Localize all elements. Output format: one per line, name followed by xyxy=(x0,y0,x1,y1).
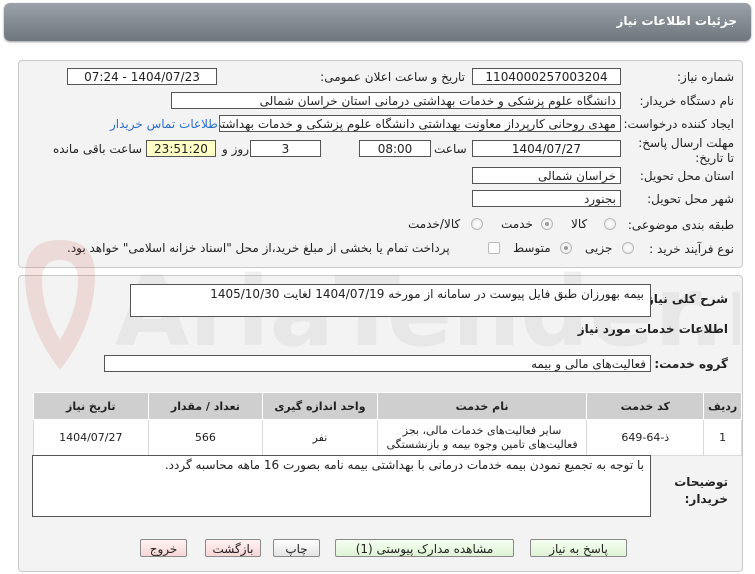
contact-buyer-link[interactable]: اطلاعات تماس خریدار xyxy=(110,117,221,131)
process-partial-label: جزیی xyxy=(585,241,613,255)
col-date-header: تاریخ نیاز xyxy=(33,392,149,420)
service-group-field: فعالیت‌های مالی و بیمه xyxy=(104,355,651,372)
announce-label: تاریخ و ساعت اعلان عمومی: xyxy=(320,70,465,84)
province-field: خراسان شمالی xyxy=(472,167,621,184)
category-goods-radio[interactable] xyxy=(604,218,616,230)
process-partial-radio[interactable] xyxy=(622,242,634,254)
col-code-header: کد خدمت xyxy=(586,392,705,420)
cell-name: سایر فعالیت‌های خدمات مالی، بجز فعالیت‌ه… xyxy=(376,419,588,456)
need-number-label: شماره نیاز: xyxy=(677,70,734,84)
category-service-radio[interactable] xyxy=(541,218,553,230)
remaining-label: ساعت باقی مانده xyxy=(53,142,143,156)
remaining-time-field: 23:51:20 xyxy=(146,140,216,157)
buyer-notes-field: با توجه به تجمیع نمودن بیمه خدمات درمانی… xyxy=(32,455,651,517)
need-number-field: 1104000257003204 xyxy=(472,68,621,85)
table-header-row: ردیف کد خدمت نام خدمت واحد اندازه گیری ت… xyxy=(33,392,742,420)
province-label: استان محل تحویل: xyxy=(639,169,734,183)
cell-code: ذ-64-649 xyxy=(586,419,705,456)
category-service-label: خدمت xyxy=(501,217,533,231)
payment-note: پرداخت تمام یا بخشی از مبلغ خرید،از محل … xyxy=(67,241,450,255)
category-goods-service-radio[interactable] xyxy=(471,218,483,230)
summary-label: شرح کلی نیاز: xyxy=(642,292,728,306)
table-row: 1 ذ-64-649 سایر فعالیت‌های خدمات مالی، ب… xyxy=(33,419,742,456)
cell-row: 1 xyxy=(703,419,742,456)
category-goods-label: کالا xyxy=(571,217,588,231)
buyer-notes-label: توضیحات خریدار: xyxy=(674,475,728,506)
services-heading: اطلاعات خدمات مورد نیاز xyxy=(577,322,728,336)
category-goods-service-label: کالا/خدمت xyxy=(408,217,461,231)
process-medium-radio[interactable] xyxy=(560,242,572,254)
back-button[interactable]: بازگشت xyxy=(205,539,261,557)
category-label: طبقه بندی موضوعی: xyxy=(627,218,734,232)
cell-unit: نفر xyxy=(262,419,378,456)
announce-field: 1404/07/23 - 07:24 xyxy=(67,68,217,85)
services-table: ردیف کد خدمت نام خدمت واحد اندازه گیری ت… xyxy=(33,392,742,456)
print-button[interactable]: چاپ xyxy=(273,539,320,557)
exit-button[interactable]: خروج xyxy=(140,539,187,557)
deadline-date-field: 1404/07/27 xyxy=(472,140,621,157)
buyer-org-field: دانشگاه علوم پزشکی و خدمات بهداشتی درمان… xyxy=(171,92,621,109)
process-label: نوع فرآیند خرید : xyxy=(649,242,734,256)
attachments-button[interactable]: مشاهده مدارک پیوستی (1) xyxy=(335,539,514,557)
reply-button[interactable]: پاسخ به نیاز xyxy=(530,539,627,557)
col-qty-header: تعداد / مقدار xyxy=(147,392,264,420)
page-title: جزئیات اطلاعات نیاز xyxy=(616,14,737,28)
col-row-header: ردیف xyxy=(703,392,742,420)
process-medium-label: متوسط xyxy=(513,241,551,255)
cell-qty: 566 xyxy=(147,419,264,456)
buyer-notes-text: با توجه به تجمیع نمودن بیمه خدمات درمانی… xyxy=(164,458,644,472)
city-field: بجنورد xyxy=(472,190,621,207)
creator-label: ایجاد کننده درخواست: xyxy=(623,117,734,131)
creator-field: مهدی روحانی کارپرداز معاونت بهداشتی دانش… xyxy=(219,115,621,132)
col-name-header: نام خدمت xyxy=(376,392,588,420)
col-unit-header: واحد اندازه گیری xyxy=(262,392,378,420)
days-field: 3 xyxy=(250,140,321,157)
service-group-label: گروه خدمت: xyxy=(654,357,728,371)
page-header: جزئیات اطلاعات نیاز xyxy=(4,3,751,41)
days-label: روز و xyxy=(222,142,249,156)
deadline-label: مهلت ارسال پاسخ: تا تاریخ: xyxy=(638,136,734,165)
summary-field: بیمه بهورزان طبق فایل پیوست در سامانه از… xyxy=(130,284,651,317)
deadline-time-field: 08:00 xyxy=(359,140,431,157)
buyer-org-label: نام دستگاه خریدار: xyxy=(639,94,735,108)
city-label: شهر محل تحویل: xyxy=(647,192,734,206)
summary-text: بیمه بهورزان طبق فایل پیوست در سامانه از… xyxy=(210,287,644,301)
cell-date: 1404/07/27 xyxy=(33,419,149,456)
time-label: ساعت xyxy=(434,142,467,156)
treasury-payment-checkbox[interactable] xyxy=(488,242,500,254)
